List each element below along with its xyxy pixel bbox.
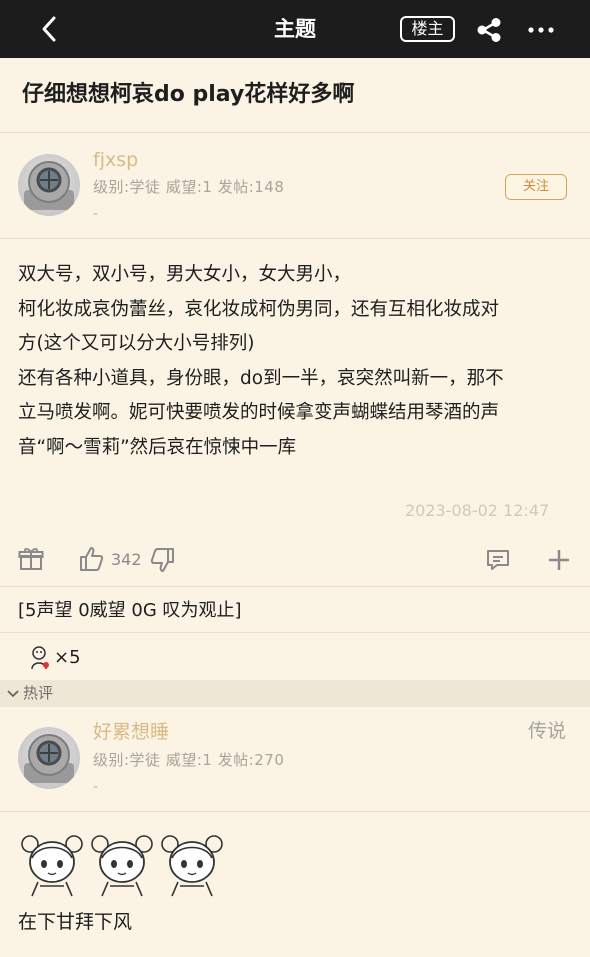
thumbs-down-icon[interactable] — [150, 548, 176, 574]
post-time: 2023-08-02 12:47 — [405, 501, 550, 520]
chibi-girl-sticker — [21, 835, 83, 897]
divider — [0, 586, 590, 587]
plus-icon[interactable] — [546, 547, 572, 573]
author-name[interactable]: fjxsp — [93, 147, 138, 173]
hot-comments-bar — [0, 680, 590, 707]
post-content: 双大号，双小号，男大女小，女大男小， 柯化妆成哀伪蕾丝，哀化妆成柯伪男同，还有互… — [18, 258, 574, 465]
diving-helmet-icon — [24, 161, 74, 210]
content-line: 立马喷发啊。妮可快要喷发的时候拿变声蝴蝶结用琴酒的声 — [18, 402, 500, 423]
divider — [0, 132, 590, 133]
page-title: 主题 — [274, 17, 316, 41]
share-icon[interactable] — [474, 15, 504, 45]
thread-title: 仔细想想柯哀do play花样好多啊 — [22, 82, 355, 107]
avatar[interactable] — [18, 727, 80, 789]
medal-icon[interactable] — [26, 645, 52, 671]
divider — [0, 811, 590, 812]
reply-author-meta: 级别:学徒 威望:1 发帖:270 — [93, 751, 285, 769]
avatar[interactable] — [18, 154, 80, 216]
diving-helmet-icon — [24, 734, 74, 783]
reply-author-name[interactable]: 好累想睡 — [93, 719, 169, 745]
divider — [0, 238, 590, 239]
medal-count: ×5 — [54, 647, 81, 668]
more-dots-icon[interactable] — [526, 15, 556, 45]
reply-text: 在下甘拜下风 — [18, 911, 133, 933]
author-meta: 级别:学徒 威望:1 发帖:148 — [93, 178, 285, 196]
hot-comments-label[interactable]: 热评 — [23, 682, 53, 704]
back-arrow-icon[interactable] — [36, 14, 66, 44]
rating-summary[interactable]: [5声望 0威望 0G 叹为观止] — [18, 598, 242, 624]
chevron-down-icon[interactable] — [6, 688, 20, 700]
comment-icon[interactable] — [485, 547, 511, 573]
content-line: 还有各种小道具，身份眼，do到一半，哀突然叫新一，那不 — [18, 367, 504, 389]
content-line: 双大号，双小号，男大女小，女大男小， — [18, 264, 352, 285]
content-line: 柯化妆成哀伪蕾丝，哀化妆成柯伪男同，还有互相化妆成对 — [18, 298, 500, 320]
chibi-girl-sticker — [91, 835, 153, 897]
content-line: 音“啊～雪莉”然后哀在惊悚中一库 — [18, 436, 297, 458]
content-line: 方(这个又可以分大小号排列) — [18, 333, 255, 354]
gift-icon[interactable] — [18, 546, 44, 572]
only-op-button[interactable]: 楼主 — [400, 16, 455, 42]
reply-author-signature: - — [93, 779, 99, 795]
follow-button[interactable]: 关注 — [505, 174, 567, 200]
chibi-girl-sticker — [161, 835, 223, 897]
thumbs-up-icon[interactable] — [78, 546, 104, 572]
reply-badge: 传说 — [528, 720, 567, 742]
like-count: 342 — [111, 550, 142, 569]
author-signature: - — [93, 206, 99, 222]
divider — [0, 632, 590, 633]
